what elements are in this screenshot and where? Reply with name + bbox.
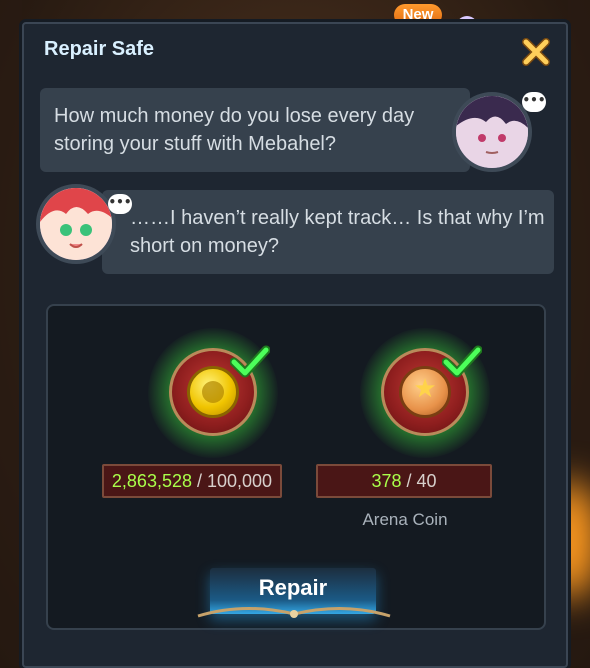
owned-amount: 2,863,528 <box>111 471 192 491</box>
check-icon <box>442 345 482 378</box>
close-x-icon <box>522 38 550 66</box>
speech-dots-icon: ••• <box>522 92 546 112</box>
repair-safe-dialog: Repair Safe How much money do you lose e… <box>22 22 568 668</box>
speech-dots-icon: ••• <box>108 194 132 214</box>
button-ornament <box>197 607 391 618</box>
requirement-2-label: Arena Coin <box>362 510 448 529</box>
close-button[interactable] <box>518 34 554 70</box>
requirement-2-value: 378 / 40 <box>316 464 492 498</box>
dialog-title: Repair Safe <box>44 38 155 60</box>
owned-amount: 378 <box>371 471 402 491</box>
required-amount: / 40 <box>406 471 437 491</box>
requirement-1-value: 2,863,528 / 100,000 <box>102 464 282 498</box>
avatar-redhead <box>36 184 116 264</box>
dialog-bubble-1-text: How much money do you lose every day sto… <box>54 105 415 155</box>
dialog-bubble-2-text: ……I haven’t really kept track… Is that w… <box>130 207 545 257</box>
portrait-image <box>40 188 112 260</box>
required-amount: / 100,000 <box>197 471 273 491</box>
gold-coin-center <box>202 381 224 403</box>
star-icon: ★ <box>413 374 437 404</box>
avatar-mebahel <box>452 92 532 172</box>
check-icon <box>230 345 270 378</box>
dialog-bubble-1: How much money do you lose every day sto… <box>40 88 470 172</box>
portrait-image <box>456 96 528 168</box>
repair-button-label: Repair <box>258 575 328 600</box>
background-beam <box>0 0 22 668</box>
dialog-bubble-2: ……I haven’t really kept track… Is that w… <box>102 190 554 274</box>
